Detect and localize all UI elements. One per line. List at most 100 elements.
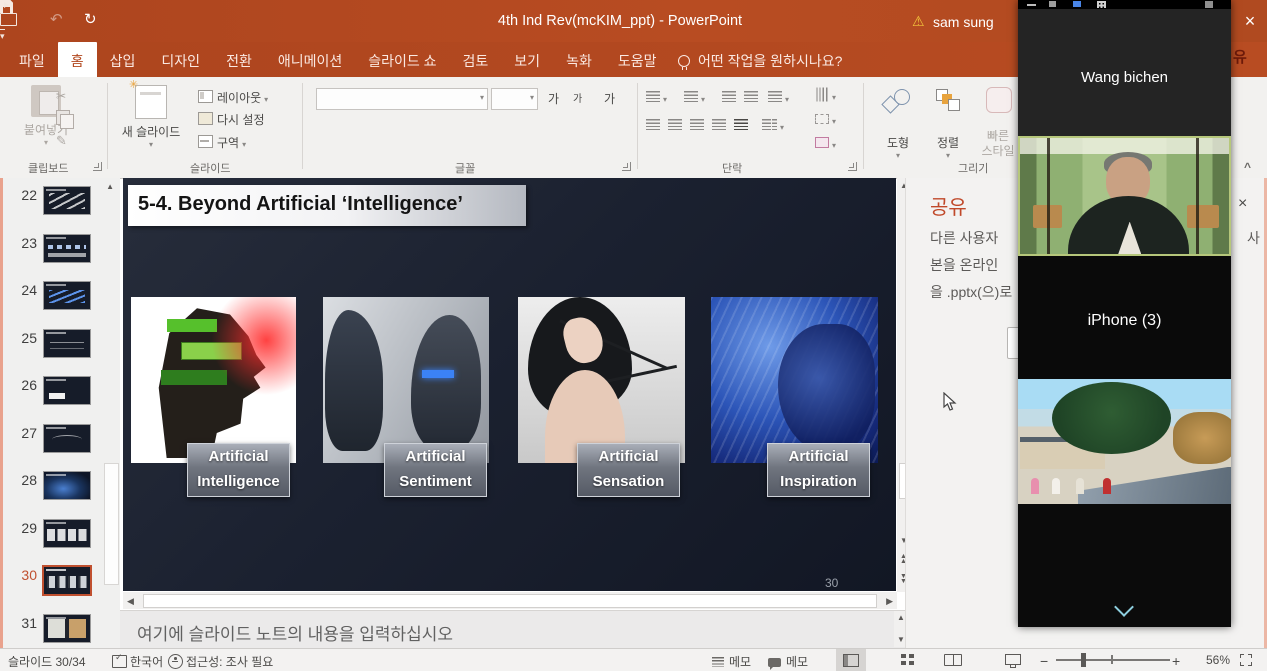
slide-thumbnail-row[interactable]: 22 bbox=[3, 186, 120, 234]
cut-icon[interactable]: ✂ bbox=[56, 89, 66, 103]
bullets-icon[interactable] bbox=[646, 89, 667, 107]
reading-view-button[interactable] bbox=[938, 649, 968, 671]
align-center-icon[interactable] bbox=[668, 117, 682, 135]
tab-home[interactable]: 홈 bbox=[58, 42, 97, 77]
slide-thumbnail-row[interactable]: 25 bbox=[3, 329, 120, 377]
close-window-button[interactable]: × bbox=[1237, 9, 1263, 33]
slide-thumbnail-row[interactable]: 26 bbox=[3, 376, 120, 424]
spellcheck-icon[interactable] bbox=[112, 655, 127, 668]
increase-font-icon[interactable]: 가 bbox=[548, 90, 559, 107]
notes-scroll-up-icon[interactable]: ▲ bbox=[897, 613, 905, 622]
label-artificial-sensation[interactable]: ArtificialSensation bbox=[577, 443, 680, 497]
tab-slideshow[interactable]: 슬라이드 쇼 bbox=[355, 42, 449, 77]
slide-indicator[interactable]: 슬라이드 30/34 bbox=[8, 653, 86, 670]
zoom-percentage[interactable]: 56% bbox=[1194, 653, 1230, 667]
minimize-icon[interactable] bbox=[1027, 4, 1036, 6]
accessibility-status[interactable]: 접근성: 조사 필요 bbox=[186, 653, 273, 670]
slide-thumbnail-row[interactable]: 29 bbox=[3, 519, 120, 567]
slide-page-number[interactable]: 30 bbox=[825, 576, 838, 590]
slide-thumbnail[interactable] bbox=[43, 519, 91, 548]
label-artificial-intelligence[interactable]: ArtificialIntelligence bbox=[187, 443, 290, 497]
arrange-button[interactable]: 정렬▾ bbox=[934, 134, 962, 160]
notes-toggle-button[interactable]: 메모 bbox=[712, 653, 751, 670]
format-painter-icon[interactable]: ✎ bbox=[56, 133, 67, 149]
distribute-icon[interactable] bbox=[734, 117, 748, 135]
collapse-ribbon-icon[interactable]: ^ bbox=[1244, 160, 1251, 174]
slideshow-view-button[interactable] bbox=[998, 649, 1028, 671]
participant-tile-iphone[interactable]: iPhone (3) bbox=[1018, 256, 1231, 379]
shapes-button[interactable]: 도형▾ bbox=[884, 134, 912, 160]
notes-pane[interactable]: 여기에 슬라이드 노트의 내용을 입력하십시오 bbox=[120, 610, 906, 649]
notes-scroll-down-icon[interactable]: ▼ bbox=[897, 635, 905, 644]
font-size-combo[interactable] bbox=[491, 88, 538, 110]
text-direction-icon[interactable] bbox=[815, 87, 836, 105]
columns-icon[interactable] bbox=[762, 117, 784, 135]
new-slide-button[interactable]: 새 슬라이드 ▾ bbox=[114, 85, 188, 149]
decrease-font-icon[interactable]: 가 bbox=[573, 90, 582, 105]
undo-icon[interactable]: ↶ bbox=[50, 12, 63, 28]
section-button[interactable]: 구역 bbox=[198, 134, 246, 151]
share-pane-close-icon[interactable]: × bbox=[1238, 195, 1247, 213]
slide-thumbnail-row[interactable]: 30 bbox=[3, 566, 120, 614]
zoom-out-button[interactable]: − bbox=[1040, 653, 1048, 669]
card-image-intelligence[interactable] bbox=[131, 297, 296, 463]
horizontal-scrollbar[interactable]: ◀ ▶ bbox=[123, 592, 897, 609]
tab-design[interactable]: 디자인 bbox=[148, 42, 213, 77]
layout-button[interactable]: 레이아웃 bbox=[198, 89, 268, 106]
slide-thumbnail[interactable] bbox=[43, 614, 91, 643]
overlay-window-icon[interactable] bbox=[1205, 1, 1213, 8]
tab-view[interactable]: 보기 bbox=[501, 42, 553, 77]
slide-thumbnail-row[interactable]: 24 bbox=[3, 281, 120, 329]
tab-help[interactable]: 도움말 bbox=[605, 42, 670, 77]
slide-thumbnail[interactable] bbox=[43, 281, 91, 310]
slide-thumbnail-row[interactable]: 28 bbox=[3, 471, 120, 519]
numbering-icon[interactable] bbox=[684, 89, 705, 107]
align-right-icon[interactable] bbox=[690, 117, 704, 135]
label-artificial-inspiration[interactable]: ArtificialInspiration bbox=[767, 443, 870, 497]
tab-animations[interactable]: 애니메이션 bbox=[265, 42, 355, 77]
slide-thumbnail[interactable] bbox=[43, 234, 91, 263]
slide-thumbnail[interactable] bbox=[43, 376, 91, 405]
justify-icon[interactable] bbox=[712, 117, 726, 135]
participant-tile-wang-bichen[interactable]: Wang bichen bbox=[1018, 9, 1231, 136]
participant-video-village[interactable] bbox=[1018, 379, 1231, 504]
zoom-slider-thumb[interactable] bbox=[1081, 653, 1086, 667]
copy-icon-2[interactable] bbox=[60, 114, 74, 129]
normal-view-button[interactable] bbox=[836, 649, 866, 671]
line-spacing-icon[interactable] bbox=[768, 89, 789, 107]
slide-canvas[interactable]: 5-4. Beyond Artificial ‘Intelligence’ Ar… bbox=[123, 178, 896, 591]
clear-formatting-icon[interactable]: 가 bbox=[604, 90, 615, 107]
scroll-left-icon[interactable]: ◀ bbox=[127, 596, 134, 607]
slide-sorter-view-button[interactable] bbox=[892, 649, 922, 671]
quick-styles-button[interactable]: 빠른스타일 bbox=[978, 129, 1018, 159]
tab-review[interactable]: 검토 bbox=[450, 42, 502, 77]
align-left-icon[interactable] bbox=[646, 117, 660, 135]
slide-thumbnail[interactable] bbox=[43, 424, 91, 453]
align-text-icon[interactable] bbox=[815, 111, 836, 129]
paragraph-dialog-launcher[interactable] bbox=[848, 162, 857, 171]
slide-thumbnail-row[interactable]: 23 bbox=[3, 234, 120, 282]
window-icon[interactable] bbox=[1049, 1, 1056, 7]
card-image-sensation[interactable] bbox=[518, 297, 685, 463]
font-name-combo[interactable] bbox=[316, 88, 488, 110]
participant-video-active-speaker[interactable] bbox=[1018, 136, 1231, 256]
decrease-indent-icon[interactable] bbox=[722, 89, 736, 107]
label-artificial-sentiment[interactable]: ArtificialSentiment bbox=[384, 443, 487, 497]
redo-icon[interactable]: ↻ bbox=[84, 12, 97, 28]
active-window-icon[interactable] bbox=[1073, 1, 1081, 7]
increase-indent-icon[interactable] bbox=[744, 89, 758, 107]
tab-insert[interactable]: 삽입 bbox=[97, 42, 149, 77]
language-indicator[interactable]: 한국어 bbox=[130, 653, 163, 670]
slide-thumbnail[interactable] bbox=[43, 471, 91, 500]
zoom-slider-track[interactable] bbox=[1056, 659, 1170, 661]
scroll-right-icon[interactable]: ▶ bbox=[886, 596, 893, 607]
smartart-convert-icon[interactable] bbox=[815, 135, 836, 153]
slideshow-from-start-icon[interactable] bbox=[0, 13, 17, 26]
slide-title-banner[interactable]: 5-4. Beyond Artificial ‘Intelligence’ bbox=[128, 185, 526, 226]
clipboard-dialog-launcher[interactable] bbox=[93, 162, 102, 171]
font-dialog-launcher[interactable] bbox=[622, 162, 631, 171]
reset-button[interactable]: 다시 설정 bbox=[198, 111, 265, 128]
comments-toggle-button[interactable]: 메모 bbox=[768, 653, 808, 670]
slide-thumbnail[interactable] bbox=[43, 329, 91, 358]
zoom-in-button[interactable]: + bbox=[1172, 653, 1180, 669]
